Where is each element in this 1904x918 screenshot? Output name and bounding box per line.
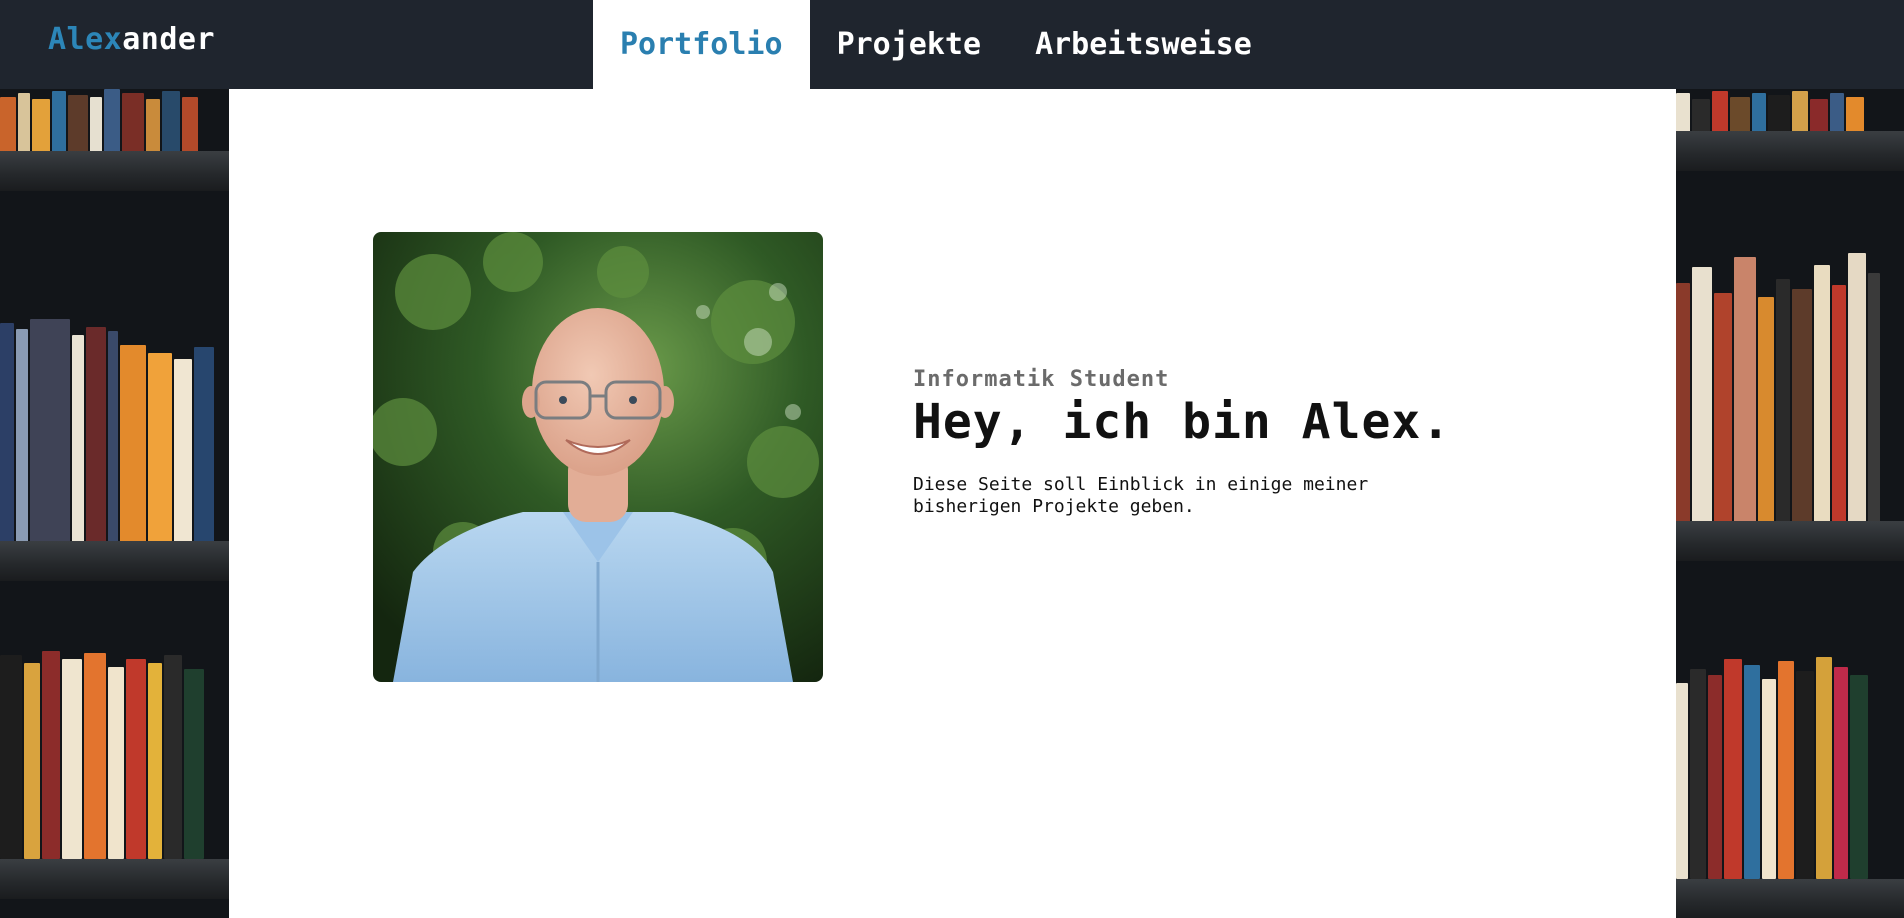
shelf-plank xyxy=(1676,521,1904,561)
shelf-plank xyxy=(0,541,229,581)
hero-intro: Informatik Student Hey, ich bin Alex. Di… xyxy=(913,367,1473,518)
books-row xyxy=(1676,249,1904,529)
nav-item-projekte[interactable]: Projekte xyxy=(810,0,1009,89)
brand-logo[interactable]: Alexander xyxy=(48,22,215,57)
shelf-plank xyxy=(1676,879,1904,918)
main-content-panel: Informatik Student Hey, ich bin Alex. Di… xyxy=(229,89,1676,918)
brand-logo-rest: ander xyxy=(122,22,216,57)
books-row xyxy=(0,89,229,159)
hero-description: Diese Seite soll Einblick in einige mein… xyxy=(913,474,1369,517)
main-nav: Portfolio Projekte Arbeitsweise xyxy=(593,0,1279,89)
top-navigation-bar: Alexander Portfolio Projekte Arbeitsweis… xyxy=(0,0,1904,89)
bookshelf-background-right xyxy=(1676,89,1904,918)
nav-item-arbeitsweise[interactable]: Arbeitsweise xyxy=(1008,0,1279,89)
shelf-plank xyxy=(0,151,229,191)
nav-item-portfolio[interactable]: Portfolio xyxy=(593,0,810,89)
hero-subtitle: Informatik Student xyxy=(913,367,1170,392)
books-row xyxy=(0,649,229,859)
profile-photo xyxy=(373,232,823,682)
bookshelf-background-left xyxy=(0,89,229,918)
shelf-plank xyxy=(1676,131,1904,171)
brand-logo-accent: Alex xyxy=(48,22,123,57)
hero-title: Hey, ich bin Alex. xyxy=(913,394,1452,450)
books-row xyxy=(0,309,229,549)
shelf-plank xyxy=(0,859,229,899)
books-row xyxy=(1676,649,1904,879)
